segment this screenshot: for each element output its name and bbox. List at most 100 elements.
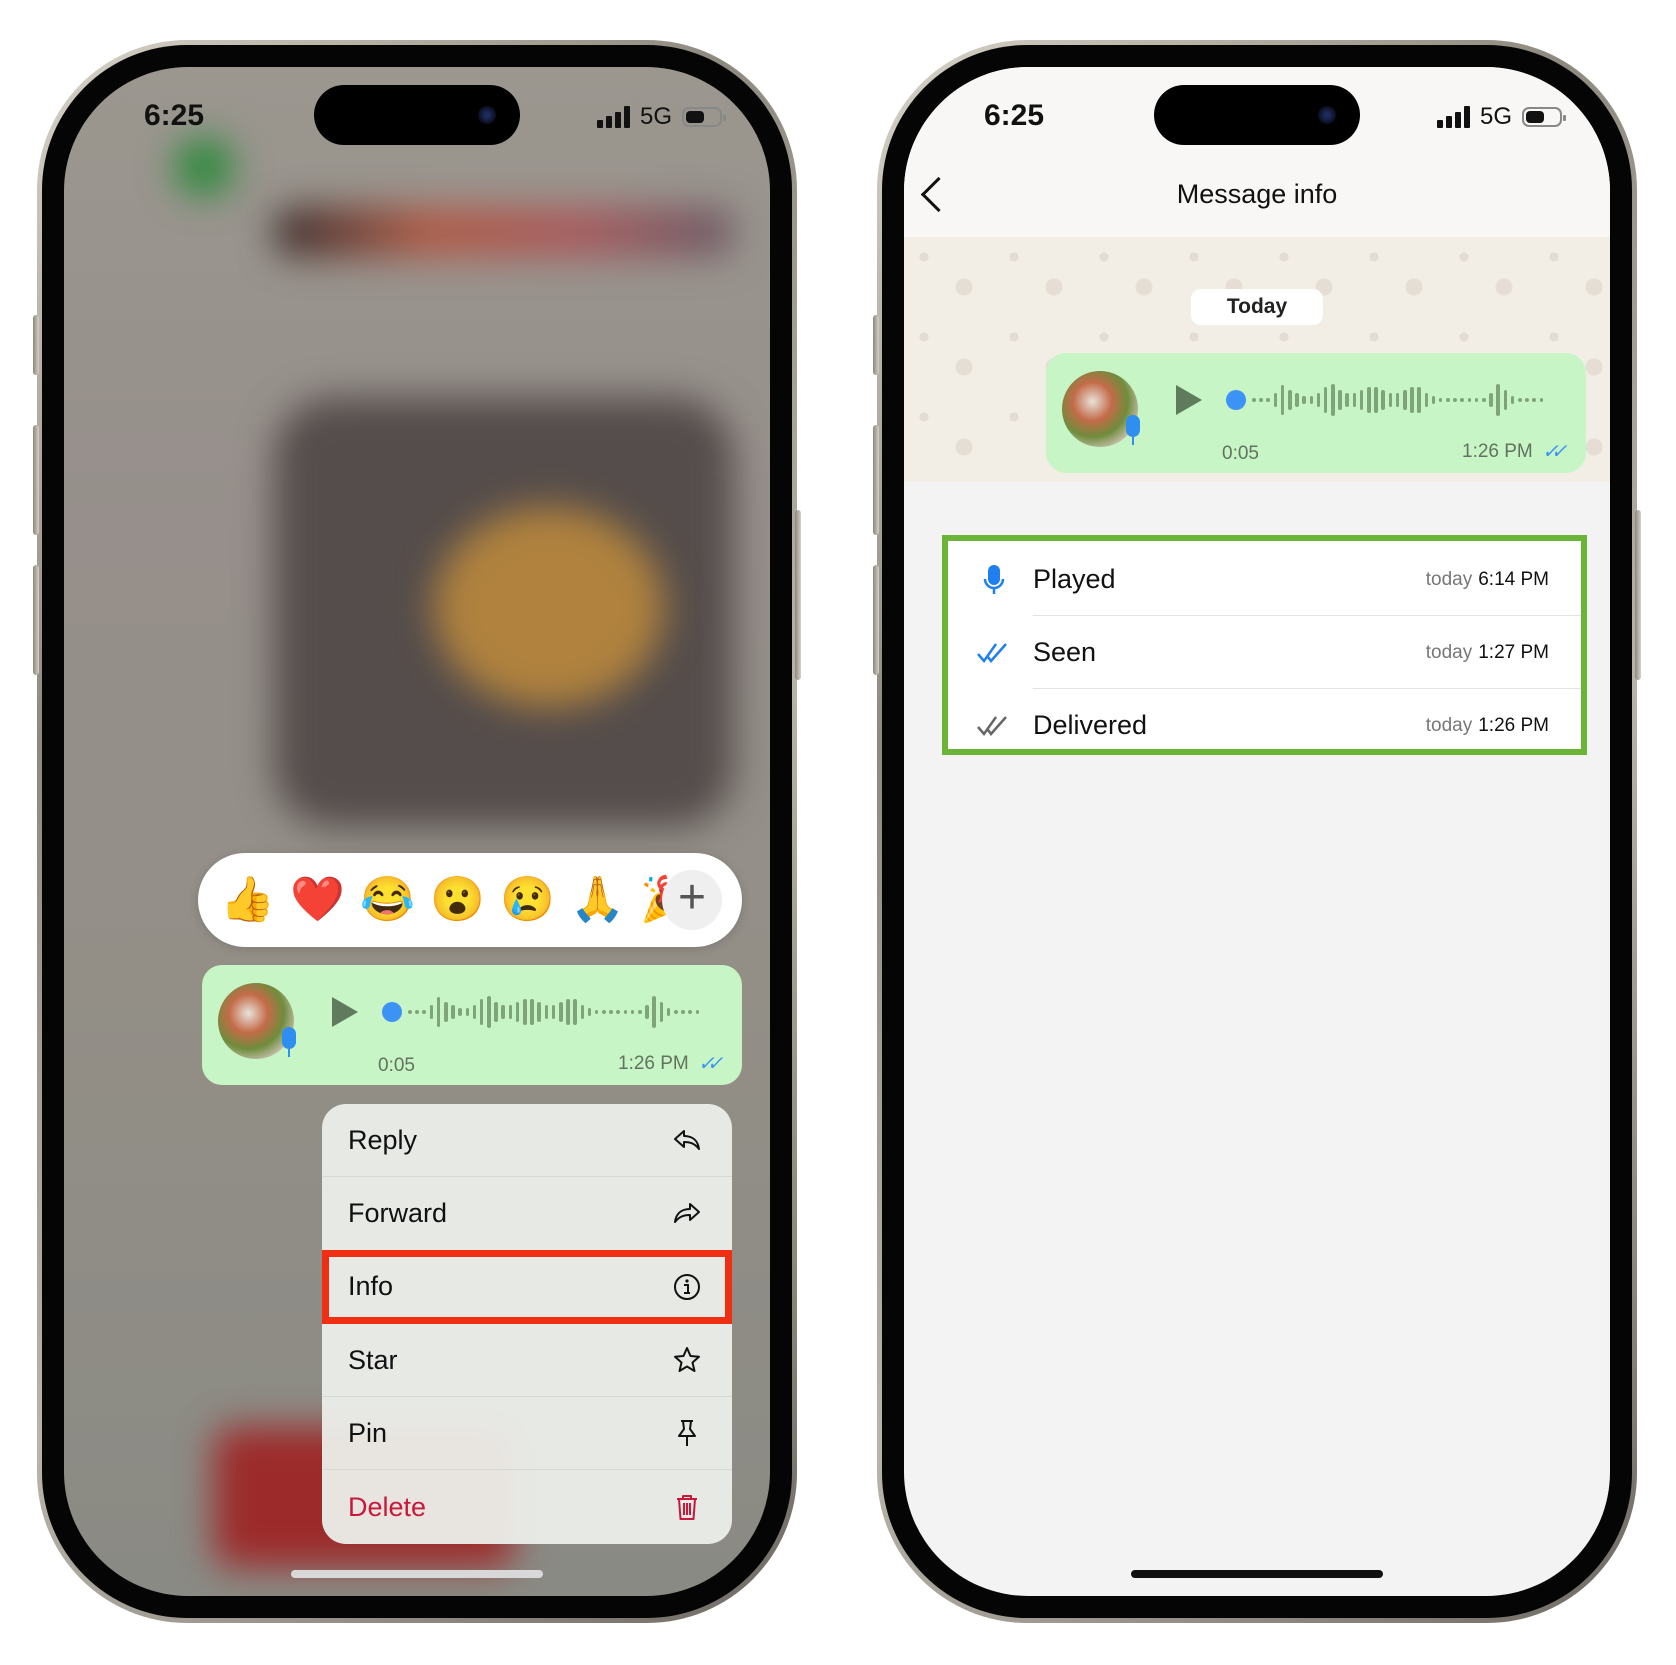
power-button	[1635, 510, 1641, 680]
menu-item-reply[interactable]: Reply	[322, 1104, 732, 1178]
waveform-bar	[1309, 396, 1314, 404]
waveform-bar	[1295, 393, 1299, 407]
playback-scrubber[interactable]	[382, 1002, 402, 1022]
waveform-bar	[465, 1008, 470, 1016]
network-type: 5G	[639, 103, 672, 130]
double-check-icon: ✓✓	[1542, 441, 1567, 463]
reaction-heart[interactable]: ❤️	[290, 878, 345, 922]
waveform-bar	[638, 1010, 642, 1014]
battery-icon	[1522, 107, 1566, 127]
playback-scrubber[interactable]	[1226, 390, 1246, 410]
volume-down-button	[33, 565, 39, 675]
blurred-header	[274, 207, 734, 257]
signal-icon	[596, 106, 630, 128]
menu-item-pin[interactable]: Pin	[322, 1397, 732, 1471]
trash-icon	[677, 1495, 697, 1521]
receipt-time: today 1:26 PM	[1425, 714, 1549, 736]
menu-item-star[interactable]: Star	[322, 1324, 732, 1398]
waveform-bar	[1338, 390, 1342, 410]
waveform-bar	[616, 1010, 621, 1014]
reaction-wow[interactable]: 😮	[430, 878, 485, 922]
menu-item-delete[interactable]: Delete	[322, 1470, 732, 1543]
left-phone-frame: 6:25 5G 👍 ❤️ 😂 😮 😢 🙏 🎉 +	[33, 40, 801, 1623]
menu-item-info[interactable]: Info	[322, 1249, 732, 1325]
waveform-bar	[443, 1002, 448, 1022]
reaction-thumbs-up[interactable]: 👍	[220, 878, 275, 922]
waveform-bar	[551, 1005, 556, 1019]
receipt-row-seen: Seen today 1:27 PM	[942, 616, 1587, 689]
waveform-bar	[681, 1010, 685, 1014]
voice-message-bubble[interactable]: 0:05 1:26 PM ✓✓	[1046, 353, 1586, 473]
menu-item-label: Forward	[348, 1197, 448, 1228]
menu-item-label: Info	[348, 1271, 394, 1302]
waveform-bar	[501, 1005, 506, 1019]
play-icon[interactable]	[1176, 385, 1202, 415]
waveform-bar	[1280, 385, 1285, 415]
clock: 6:25	[144, 99, 205, 132]
message-time: 1:26 PM	[618, 1053, 689, 1074]
waveform-bar	[1381, 390, 1385, 410]
waveform-bar	[472, 1005, 477, 1019]
sender-avatar	[218, 983, 294, 1059]
waveform-bar	[1252, 398, 1256, 402]
play-icon[interactable]	[332, 997, 358, 1027]
waveform-bar	[587, 1008, 592, 1016]
power-button	[795, 510, 801, 680]
voice-message-bubble[interactable]: 0:05 1:26 PM ✓✓	[202, 965, 742, 1085]
waveform-bar	[1374, 387, 1378, 413]
receipt-row-delivered: Delivered today 1:26 PM	[942, 689, 1587, 762]
volume-up-button	[33, 425, 39, 535]
context-menu: Reply Forward Info Star Pin Delete	[322, 1104, 732, 1544]
waveform-bar	[1525, 398, 1529, 402]
menu-item-forward[interactable]: Forward	[322, 1177, 732, 1251]
waveform-bar	[1302, 396, 1306, 404]
waveform-bar	[544, 1005, 549, 1019]
home-indicator[interactable]	[1131, 1570, 1383, 1578]
waveform	[1252, 380, 1544, 420]
waveform-bar	[1438, 398, 1443, 402]
signal-icon	[1436, 106, 1470, 128]
waveform	[408, 992, 700, 1032]
mic-icon	[1126, 415, 1140, 445]
waveform-bar	[1352, 393, 1357, 407]
home-indicator[interactable]	[291, 1570, 543, 1578]
right-phone-frame: Message info 6:25 5G Today 0:05 1:26 PM …	[873, 40, 1641, 1623]
waveform-bar	[1359, 390, 1364, 410]
mic-icon	[976, 562, 1012, 598]
menu-item-label: Reply	[348, 1124, 418, 1155]
waveform-bar	[1345, 393, 1350, 407]
waveform-bar	[1453, 398, 1457, 402]
blurred-avatar	[174, 137, 234, 197]
waveform-bar	[1259, 398, 1263, 402]
waveform-bar	[1287, 390, 1292, 410]
double-check-icon: ✓✓	[698, 1053, 723, 1075]
waveform-bar	[602, 1010, 606, 1014]
waveform-bar	[1273, 393, 1278, 407]
forward-icon	[674, 1203, 700, 1224]
waveform-bar	[1532, 398, 1536, 402]
waveform-bar	[494, 1002, 498, 1022]
waveform-bar	[623, 1010, 628, 1014]
reaction-sad[interactable]: 😢	[500, 878, 555, 922]
date-pill: Today	[1190, 289, 1324, 325]
waveform-bar	[1446, 398, 1450, 402]
waveform-bar	[1410, 387, 1414, 413]
waveform-bar	[1367, 387, 1371, 413]
network-type: 5G	[1479, 103, 1512, 130]
waveform-bar	[408, 1010, 412, 1014]
waveform-bar	[1417, 387, 1421, 413]
message-time: 1:26 PM	[1462, 441, 1533, 462]
reaction-pray[interactable]: 🙏	[570, 878, 625, 922]
waveform-bar	[429, 1005, 434, 1019]
voice-duration: 0:05	[1222, 443, 1259, 464]
reaction-laugh[interactable]: 😂	[360, 878, 415, 922]
waveform-bar	[530, 999, 534, 1025]
waveform-bar	[573, 999, 577, 1025]
waveform-bar	[1510, 396, 1515, 404]
waveform-bar	[1266, 398, 1270, 402]
right-screen: Message info 6:25 5G Today 0:05 1:26 PM …	[904, 67, 1610, 1596]
waveform-bar	[1467, 398, 1472, 402]
volume-up-button	[873, 425, 879, 535]
more-reactions-button[interactable]: +	[662, 870, 722, 930]
menu-item-label: Star	[348, 1344, 398, 1375]
